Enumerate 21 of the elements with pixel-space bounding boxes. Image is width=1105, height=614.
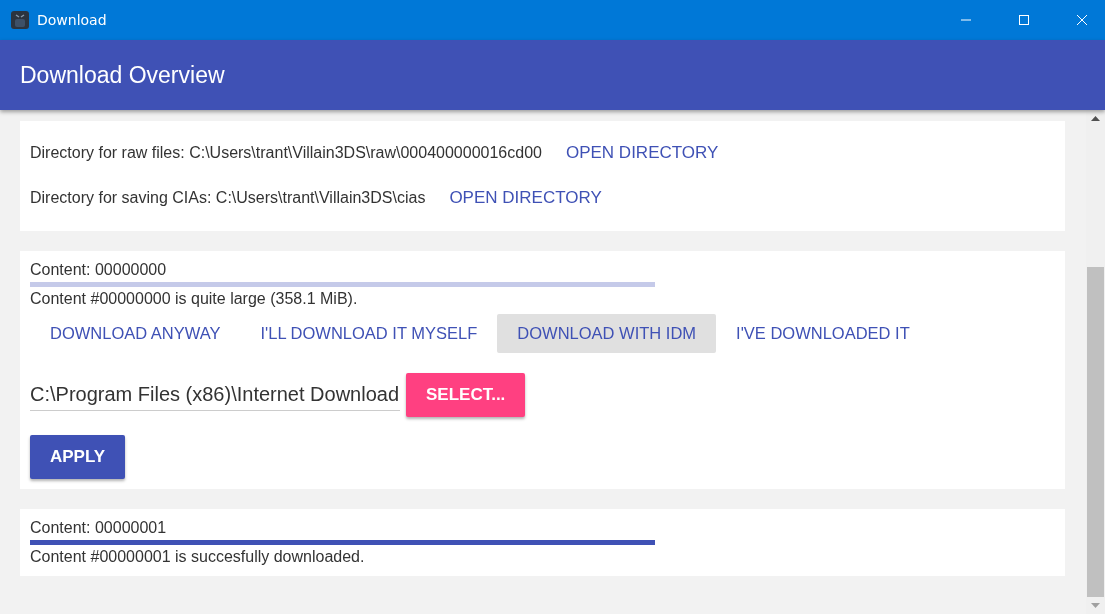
content-title: Content: 00000000: [30, 261, 167, 279]
scroll-up-icon[interactable]: [1091, 116, 1100, 121]
scrollbar-thumb[interactable]: [1087, 267, 1104, 597]
content-title: Content: 00000001: [30, 519, 167, 537]
maximize-icon: [1018, 14, 1030, 26]
option-button[interactable]: DOWNLOAD WITH IDM: [497, 314, 717, 353]
open-directory-button[interactable]: OPEN DIRECTORY: [555, 135, 729, 171]
apply-button[interactable]: APPLY: [30, 435, 126, 479]
directory-label: Directory for saving CIAs: C:\Users\trant\Villain3DS\cias: [30, 189, 426, 207]
option-button[interactable]: I'LL DOWNLOAD IT MYSELF: [240, 314, 498, 353]
content-message: Content #00000001 is succesfully downloaded.: [30, 548, 365, 566]
app-bar-title: Download Overview: [20, 61, 225, 89]
option-button[interactable]: DOWNLOAD ANYWAY: [30, 314, 241, 353]
app-icon: [11, 11, 29, 29]
open-directory-button[interactable]: OPEN DIRECTORY: [439, 180, 612, 216]
content-message: Content #00000000 is quite large (358.1 MiB).: [30, 290, 358, 308]
close-icon: [1076, 14, 1088, 26]
option-button[interactable]: I'VE DOWNLOADED IT: [716, 314, 930, 353]
window-title: Download: [37, 12, 107, 28]
directory-label: Directory for raw files: C:\Users\trant\Villain3DS\raw\000400000016cd00: [30, 144, 542, 162]
scroll-down-icon[interactable]: [1091, 603, 1100, 608]
